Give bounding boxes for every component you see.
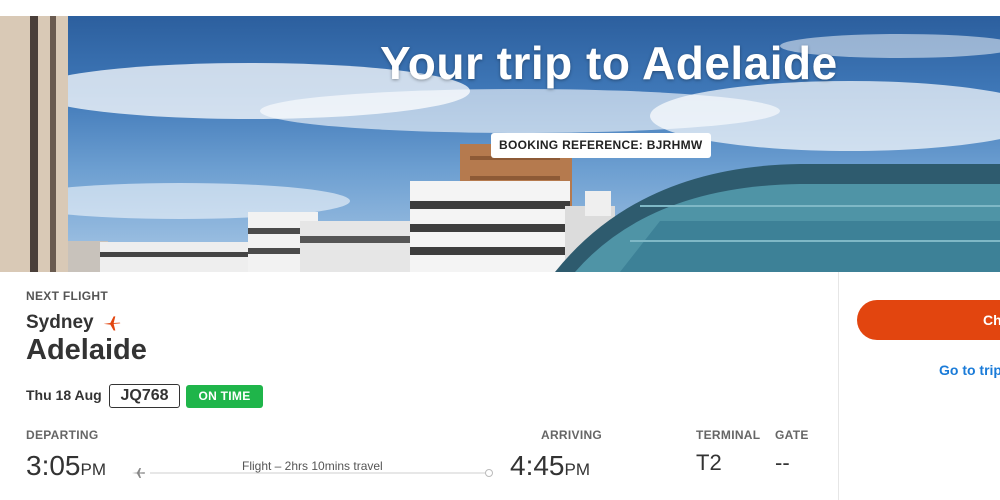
actions-sidebar: Ch Go to trip <box>838 272 1000 500</box>
airplane-icon <box>103 316 120 331</box>
arriving-time-ampm: PM <box>564 460 591 479</box>
arriving-label: ARRIVING <box>541 428 603 442</box>
departing-time-value: 3:05 <box>26 450 81 481</box>
next-flight-panel: NEXT FLIGHT Sydney Adelaide Thu 18 Aug J… <box>0 272 838 500</box>
origin-city: Sydney <box>26 312 94 333</box>
gate-label: GATE <box>775 428 809 442</box>
next-flight-label: NEXT FLIGHT <box>26 289 108 303</box>
departing-label: DEPARTING <box>26 428 99 442</box>
status-badge: ON TIME <box>186 385 263 408</box>
gate-value: -- <box>775 450 790 475</box>
top-strip <box>0 0 1000 16</box>
trip-title: Your trip to Adelaide <box>380 37 838 89</box>
flight-number-badge: JQ768 <box>109 384 180 408</box>
hero-banner: Your trip to Adelaide BOOKING REFERENCE:… <box>0 16 1000 272</box>
origin-row: Sydney <box>26 312 122 334</box>
departing-time: 3:05PM <box>26 450 106 482</box>
check-in-button[interactable]: Ch <box>857 300 1000 340</box>
departing-time-ampm: PM <box>80 460 107 479</box>
terminal-value: T2 <box>696 450 722 475</box>
destination-city: Adelaide <box>26 334 147 366</box>
go-to-trip-link[interactable]: Go to trip <box>939 362 1000 378</box>
arriving-time: 4:45PM <box>510 450 590 482</box>
arriving-time-value: 4:45 <box>510 450 565 481</box>
booking-reference-badge: BOOKING REFERENCE: BJRHMW <box>491 133 711 158</box>
airplane-icon <box>132 468 145 478</box>
terminal-label: TERMINAL <box>696 428 761 442</box>
travel-duration: Flight – 2hrs 10mins travel <box>242 459 383 473</box>
flight-date: Thu 18 Aug <box>26 387 102 403</box>
